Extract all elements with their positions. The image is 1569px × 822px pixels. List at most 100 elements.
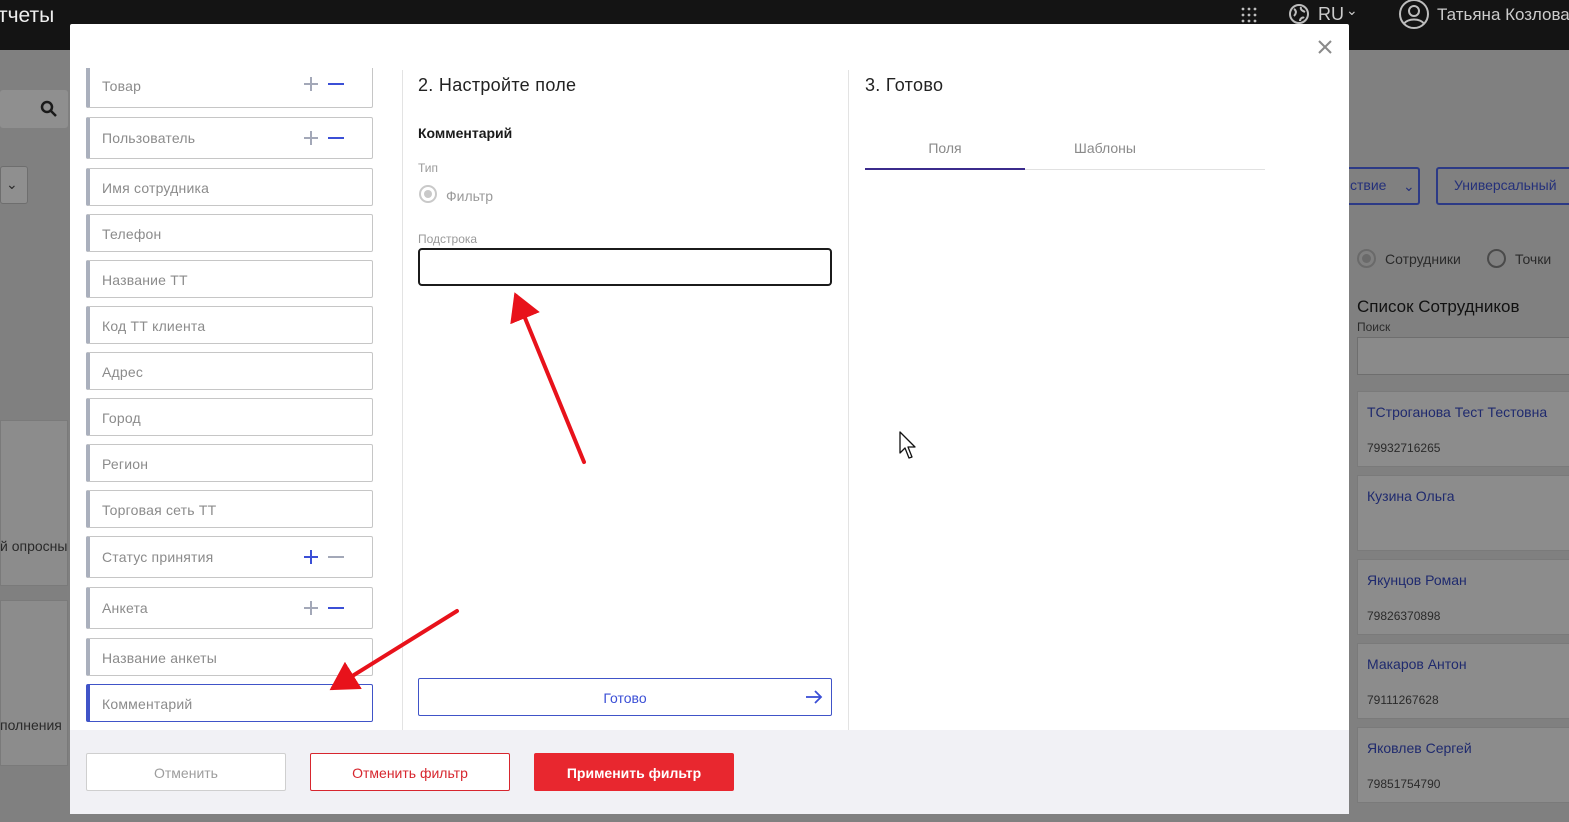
minus-icon[interactable] xyxy=(328,601,344,615)
chevron-down-icon: ⌄ xyxy=(1403,178,1415,194)
field-item-label: Регион xyxy=(102,456,149,472)
selected-field-name: Комментарий xyxy=(418,125,513,141)
column-divider xyxy=(848,70,849,730)
employee-name: Яковлев Сергей xyxy=(1367,740,1472,756)
reset-filter-button[interactable]: Отменить фильтр xyxy=(310,753,510,791)
employee-name: Макаров Антон xyxy=(1367,656,1467,672)
field-item-outlet-code[interactable]: Код ТТ клиента xyxy=(86,306,373,344)
field-item-employee-name[interactable]: Имя сотрудника xyxy=(86,168,373,206)
plus-icon[interactable] xyxy=(304,601,318,615)
globe-icon[interactable] xyxy=(1288,3,1310,25)
field-item-label: Город xyxy=(102,410,141,426)
field-item-label: Телефон xyxy=(102,226,162,242)
bg-left-text-1: й опросны xyxy=(0,538,68,554)
mouse-cursor-icon xyxy=(899,431,916,459)
employee-phone: 79932716265 xyxy=(1367,441,1441,455)
column-divider xyxy=(402,70,403,730)
user-avatar-icon[interactable] xyxy=(1398,0,1430,30)
user-name[interactable]: Татьяна Козлова xyxy=(1437,5,1569,25)
plus-icon[interactable] xyxy=(304,77,318,91)
minus-icon[interactable] xyxy=(328,131,344,145)
apps-grid-icon[interactable] xyxy=(1241,7,1257,23)
bg-card-left-1 xyxy=(0,420,68,586)
field-item-label: Название ТТ xyxy=(102,272,188,288)
mode-right-button: Универсальный xyxy=(1436,167,1569,205)
field-controls xyxy=(304,77,344,91)
radio-employees-label: Сотрудники xyxy=(1385,251,1461,267)
field-item-label: Код ТТ клиента xyxy=(102,318,206,334)
employee-name: ТСтроганова Тест Тестовна xyxy=(1367,404,1548,420)
done-button[interactable]: Готово xyxy=(418,678,832,716)
field-item-phone[interactable]: Телефон xyxy=(86,214,373,252)
employee-name: Кузина Ольга xyxy=(1367,488,1455,504)
field-item-label: Имя сотрудника xyxy=(102,180,210,196)
app-title: тчеты xyxy=(0,4,55,27)
field-item-outlet-name[interactable]: Название ТТ xyxy=(86,260,373,298)
field-item-label: Товар xyxy=(102,78,142,94)
configure-title: 2. Настройте поле xyxy=(418,75,577,95)
field-item-retail-chain[interactable]: Торговая сеть ТТ xyxy=(86,490,373,528)
type-filter-label: Фильтр xyxy=(446,188,494,204)
tab-fields[interactable]: Поля xyxy=(865,130,1025,170)
minus-icon[interactable] xyxy=(328,77,344,91)
field-controls xyxy=(304,131,344,145)
search-icon xyxy=(40,100,57,117)
field-controls xyxy=(304,550,344,564)
apply-filter-button[interactable]: Применить фильтр xyxy=(534,753,734,791)
field-item-comment[interactable]: Комментарий xyxy=(86,684,373,722)
cancel-button[interactable]: Отменить xyxy=(86,753,286,791)
radio-points-label: Точки xyxy=(1515,251,1552,267)
employee-search-input xyxy=(1357,337,1569,375)
field-item-label: Торговая сеть ТТ xyxy=(102,502,217,518)
done-button-label: Готово xyxy=(603,690,647,706)
bg-card-left-2 xyxy=(0,600,68,766)
field-item-label: Комментарий xyxy=(102,696,193,712)
field-item-questionnaire-name[interactable]: Название анкеты xyxy=(86,638,373,676)
substring-label: Подстрока xyxy=(418,232,478,246)
plus-icon[interactable] xyxy=(304,131,318,145)
substring-input[interactable] xyxy=(418,248,832,286)
radio-employees xyxy=(1357,249,1376,268)
field-item-address[interactable]: Адрес xyxy=(86,352,373,390)
employee-card xyxy=(1357,727,1569,803)
chevron-down-icon[interactable]: ⌄ xyxy=(1346,2,1358,19)
tab-templates[interactable]: Шаблоны xyxy=(1025,130,1185,170)
field-item-label: Статус принятия xyxy=(102,549,214,565)
employee-card xyxy=(1357,643,1569,719)
field-item-user[interactable]: Пользователь xyxy=(86,117,373,159)
field-item-label: Анкета xyxy=(102,600,148,616)
employee-phone: 79851754790 xyxy=(1367,777,1441,791)
modal-footer: Отменить Отменить фильтр Применить фильт… xyxy=(70,730,1349,814)
employee-phone: 79826370898 xyxy=(1367,609,1441,623)
language-selector[interactable]: RU xyxy=(1318,4,1344,25)
field-item-questionnaire[interactable]: Анкета xyxy=(86,587,373,629)
employee-name: Якунцов Роман xyxy=(1367,572,1467,588)
field-item-label: Адрес xyxy=(102,364,144,380)
employee-list-title: Список Сотрудников xyxy=(1357,297,1520,316)
employee-phone: 79111267628 xyxy=(1367,693,1439,707)
close-icon[interactable] xyxy=(1314,36,1336,58)
chevron-down-icon: ⌄ xyxy=(6,176,18,192)
field-item-region[interactable]: Регион xyxy=(86,444,373,482)
ready-title: 3. Готово xyxy=(865,75,944,95)
ready-tabs: Поля Шаблоны xyxy=(865,130,1265,170)
field-item-label: Пользователь xyxy=(102,130,196,146)
field-list[interactable]: Товар Пользователь Имя сотрудника Телефо… xyxy=(86,68,386,728)
field-controls xyxy=(304,601,344,615)
employee-card xyxy=(1357,391,1569,467)
field-item-acceptance-status[interactable]: Статус принятия xyxy=(86,536,373,578)
type-label: Тип xyxy=(418,161,439,175)
minus-icon[interactable] xyxy=(328,550,344,564)
arrow-right-icon xyxy=(806,690,823,704)
plus-icon[interactable] xyxy=(304,550,318,564)
radio-points xyxy=(1487,249,1506,268)
bg-left-text-2: полнения xyxy=(0,717,62,733)
employee-search-label: Поиск xyxy=(1357,320,1391,334)
field-item-product[interactable]: Товар xyxy=(86,68,373,108)
field-item-city[interactable]: Город xyxy=(86,398,373,436)
employee-card xyxy=(1357,559,1569,635)
filter-modal: Товар Пользователь Имя сотрудника Телефо… xyxy=(70,24,1349,814)
type-filter-radio[interactable] xyxy=(419,185,437,203)
employee-card xyxy=(1357,475,1569,551)
field-item-label: Название анкеты xyxy=(102,650,218,666)
